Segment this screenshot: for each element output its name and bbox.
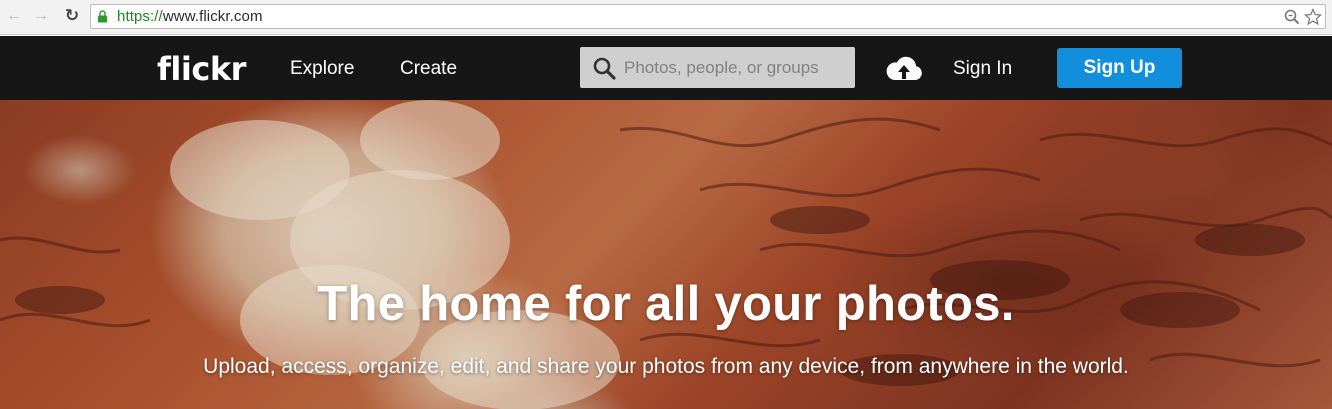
address-url: https://www.flickr.com <box>117 8 263 25</box>
nav-create[interactable]: Create <box>400 58 457 80</box>
cloud-upload-icon[interactable] <box>885 53 923 83</box>
hero-banner: The home for all your photos. Upload, ac… <box>0 100 1332 409</box>
url-scheme: https:// <box>117 8 163 25</box>
reload-icon[interactable]: ↻ <box>62 6 82 26</box>
browser-toolbar: ← → ↻ https://www.flickr.com <box>0 0 1332 35</box>
search-icon <box>593 57 616 80</box>
sign-in-link[interactable]: Sign In <box>953 58 1012 80</box>
search-input[interactable] <box>624 47 849 88</box>
site-header: flickr Explore Create Sign In Sign Up <box>0 36 1332 100</box>
address-bar[interactable]: https://www.flickr.com <box>90 4 1326 29</box>
search-box[interactable] <box>580 47 855 88</box>
hero-title: The home for all your photos. <box>317 277 1015 331</box>
hero-subtitle: Upload, access, organize, edit, and shar… <box>203 355 1129 378</box>
url-host: www.flickr.com <box>162 8 263 25</box>
sign-up-button[interactable]: Sign Up <box>1057 48 1182 88</box>
star-icon[interactable] <box>1304 8 1322 26</box>
zoom-icon[interactable] <box>1283 8 1301 26</box>
flickr-logo[interactable]: flickr <box>157 50 246 88</box>
nav-explore[interactable]: Explore <box>290 58 354 80</box>
back-arrow-icon[interactable]: ← <box>4 6 24 26</box>
lock-icon <box>98 10 107 23</box>
forward-arrow-icon[interactable]: → <box>31 6 51 26</box>
